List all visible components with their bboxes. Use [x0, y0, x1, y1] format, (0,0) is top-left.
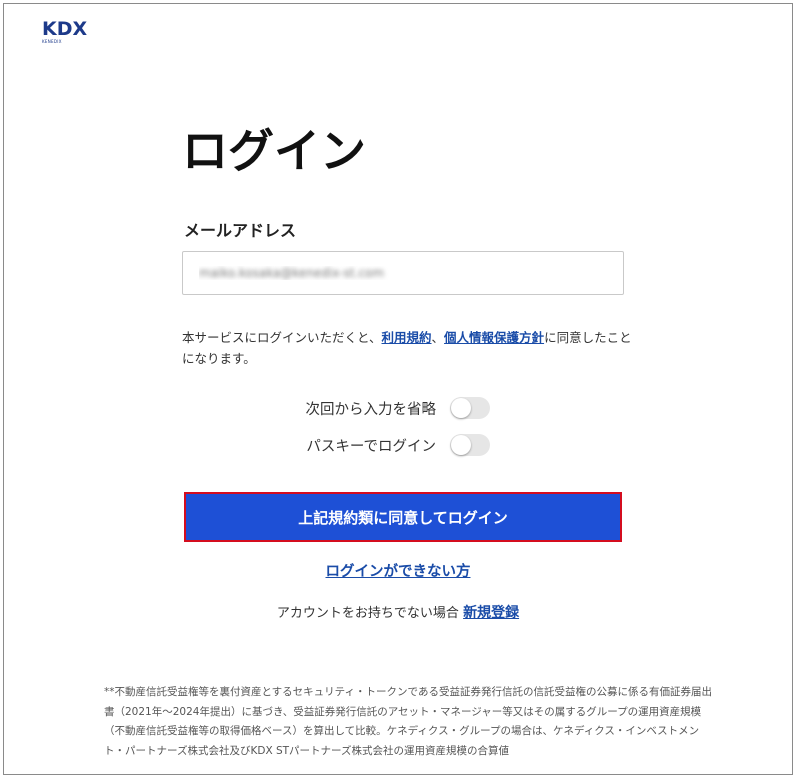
toggle-knob: [451, 435, 471, 455]
disclaimer-footnote: **不動産信託受益権等を裏付資産とするセキュリティ・トークンである受益証券発行信…: [104, 686, 712, 757]
register-link[interactable]: 新規登録: [463, 605, 519, 621]
register-row: アカウントをお持ちでない場合 新規登録: [4, 602, 792, 622]
consent-text: 本サービスにログインいただくと、利用規約、個人情報保護方針に同意したことになりま…: [182, 327, 632, 369]
terms-link[interactable]: 利用規約: [382, 330, 432, 345]
email-label: メールアドレス: [184, 221, 297, 240]
agree-and-login-button[interactable]: 上記規約類に同意してログイン: [184, 492, 622, 542]
privacy-policy-link[interactable]: 個人情報保護方針: [444, 330, 544, 345]
cant-login-link[interactable]: ログインができない方: [326, 564, 471, 580]
passkey-login-row: パスキーでログイン: [306, 434, 490, 456]
login-page: KDX KENEDIX ログイン メールアドレス 本サービスにログインいただくと…: [3, 3, 793, 775]
consent-prefix: 本サービスにログインいただくと、: [182, 330, 382, 345]
passkey-login-label: パスキーでログイン: [306, 438, 436, 455]
page-title: ログイン: [182, 124, 366, 178]
toggle-knob: [451, 398, 471, 418]
remember-input-row: 次回から入力を省略: [305, 397, 490, 419]
passkey-login-toggle[interactable]: [450, 434, 490, 456]
logo-main-text: KDX: [42, 18, 88, 40]
remember-input-label: 次回から入力を省略: [305, 401, 437, 418]
email-field[interactable]: [182, 251, 624, 295]
kdx-logo[interactable]: KDX KENEDIX: [42, 18, 88, 45]
cant-login-row: ログインができない方: [4, 560, 792, 581]
remember-input-toggle[interactable]: [450, 397, 490, 419]
consent-separator: 、: [431, 330, 445, 345]
register-prefix: アカウントをお持ちでない場合: [276, 606, 459, 621]
